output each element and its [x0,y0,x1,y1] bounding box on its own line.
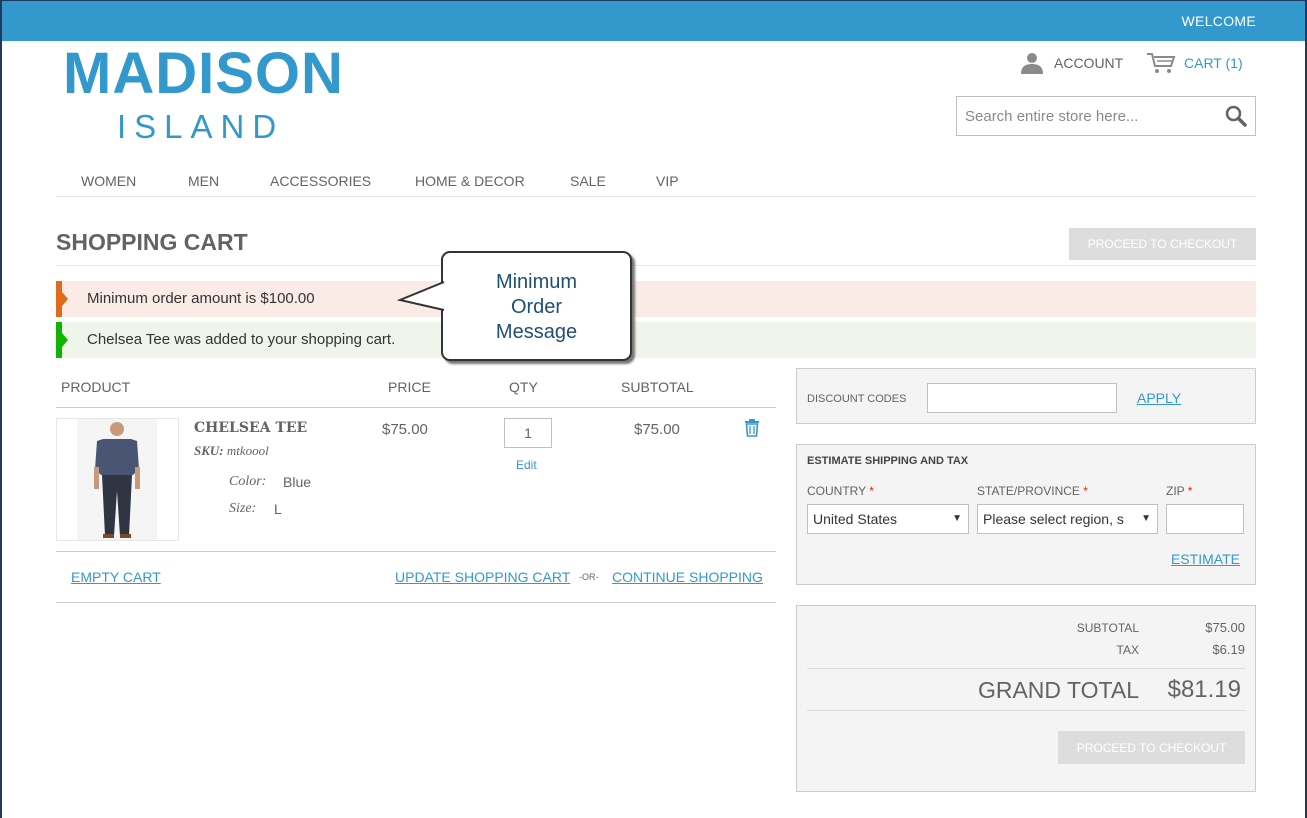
grand-total-label: GRAND TOTAL [977,677,1139,703]
sku-label: SKU: [194,443,224,458]
page-title: SHOPPING CART [56,229,248,255]
nav-accessories[interactable]: ACCESSORIES [270,173,371,189]
chevron-down-icon: ▼ [1139,505,1151,533]
header-product: PRODUCT [61,379,131,395]
callout-pointer-icon [396,281,445,311]
nav-women[interactable]: WOMEN [81,173,136,189]
country-select[interactable]: United States ▼ [807,504,969,534]
option-size-label: Size: [229,501,257,516]
error-message: Minimum order amount is $100.00 [56,281,1256,317]
proceed-to-checkout-top-button[interactable]: PROCEED TO CHECKOUT [1069,228,1256,260]
success-message-text: Chelsea Tee was added to your shopping c… [87,331,396,348]
country-select-value: United States [813,511,898,527]
shipping-panel: ESTIMATE SHIPPING AND TAX COUNTRY * Unit… [796,444,1256,585]
totals-panel: SUBTOTAL $75.00 TAX $6.19 GRAND TOTAL $8… [796,605,1256,792]
subtotal-value: $75.00 [1205,620,1245,635]
state-select[interactable]: Please select region, s ▼ [977,504,1158,534]
nav-sale[interactable]: SALE [570,173,606,189]
discount-panel: DISCOUNT CODES APPLY [796,368,1256,424]
discount-code-input[interactable] [927,383,1117,413]
country-label: COUNTRY * [807,484,874,498]
totals-divider-bottom [807,710,1245,711]
nav-home-decor[interactable]: HOME & DECOR [415,173,525,189]
shipping-title: ESTIMATE SHIPPING AND TAX [807,455,969,467]
product-sku: SKU: mtkoool [194,443,269,459]
account-label: ACCOUNT [1054,55,1124,71]
welcome-text: WELCOME [1181,13,1256,29]
nav-vip[interactable]: VIP [656,173,679,189]
subtotal-label: SUBTOTAL [1076,621,1139,635]
totals-divider-top [807,668,1245,669]
state-select-value: Please select region, s [983,511,1124,527]
zip-label: ZIP * [1166,484,1193,498]
zip-input[interactable] [1166,504,1244,534]
callout-line-3: Message [495,321,578,343]
option-color-value: Blue [283,474,312,490]
logo-island[interactable]: ISLAND [117,107,284,147]
logo-madison[interactable]: MADISON [63,44,344,104]
search-input[interactable] [957,97,1207,135]
title-divider [56,265,1256,266]
option-size-value: L [274,501,282,517]
search-box [956,96,1256,136]
grand-total-value: $81.19 [1167,676,1241,703]
search-icon[interactable] [1225,105,1247,127]
edit-item-link[interactable]: Edit [516,458,537,472]
continue-shopping-link[interactable]: CONTINUE SHOPPING [612,569,763,585]
account-link[interactable]: ACCOUNT [1020,52,1123,74]
product-image[interactable] [56,418,179,541]
cart-link[interactable]: CART (1) [1146,52,1243,74]
success-arrow-icon [62,333,68,347]
success-message: Chelsea Tee was added to your shopping c… [56,322,1256,358]
callout-line-2: Order [510,296,563,318]
trash-icon[interactable] [744,419,760,437]
annotation-callout: Minimum Order Message [441,251,632,361]
tax-value: $6.19 [1212,642,1245,657]
product-photo [77,419,157,540]
estimate-link[interactable]: ESTIMATE [1171,551,1240,567]
header-subtotal: SUBTOTAL [621,379,694,395]
table-header-divider [56,407,776,408]
apply-discount-link[interactable]: APPLY [1137,390,1181,406]
chevron-down-icon: ▼ [952,513,962,524]
sku-value: mtkoool [226,443,269,458]
error-arrow-icon [62,292,68,306]
table-footer-divider [56,551,776,552]
account-icon [1021,53,1043,74]
table-bottom-divider [56,602,776,603]
quantity-input[interactable] [504,418,552,448]
header-qty: QTY [509,379,538,395]
nav-men[interactable]: MEN [188,173,219,189]
cart-icon [1147,53,1176,73]
product-name[interactable]: CHELSEA TEE [194,420,307,436]
proceed-to-checkout-bottom-button[interactable]: PROCEED TO CHECKOUT [1058,731,1245,764]
error-message-text: Minimum order amount is $100.00 [87,290,315,307]
option-color-label: Color: [229,474,267,489]
or-separator: -OR- [579,572,599,582]
cart-label: CART (1) [1184,55,1243,71]
empty-cart-link[interactable]: EMPTY CART [71,569,161,585]
item-subtotal: $75.00 [634,421,680,438]
header-price: PRICE [388,379,431,395]
main-nav: WOMEN MEN ACCESSORIES HOME & DECOR SALE … [56,170,1256,197]
discount-label: DISCOUNT CODES [807,393,907,405]
item-price: $75.00 [382,421,428,438]
tax-label: TAX [1116,643,1139,657]
callout-line-1: Minimum [495,271,578,293]
top-bar: WELCOME [2,0,1305,41]
state-label: STATE/PROVINCE * [977,484,1088,498]
update-cart-link[interactable]: UPDATE SHOPPING CART [395,569,570,585]
